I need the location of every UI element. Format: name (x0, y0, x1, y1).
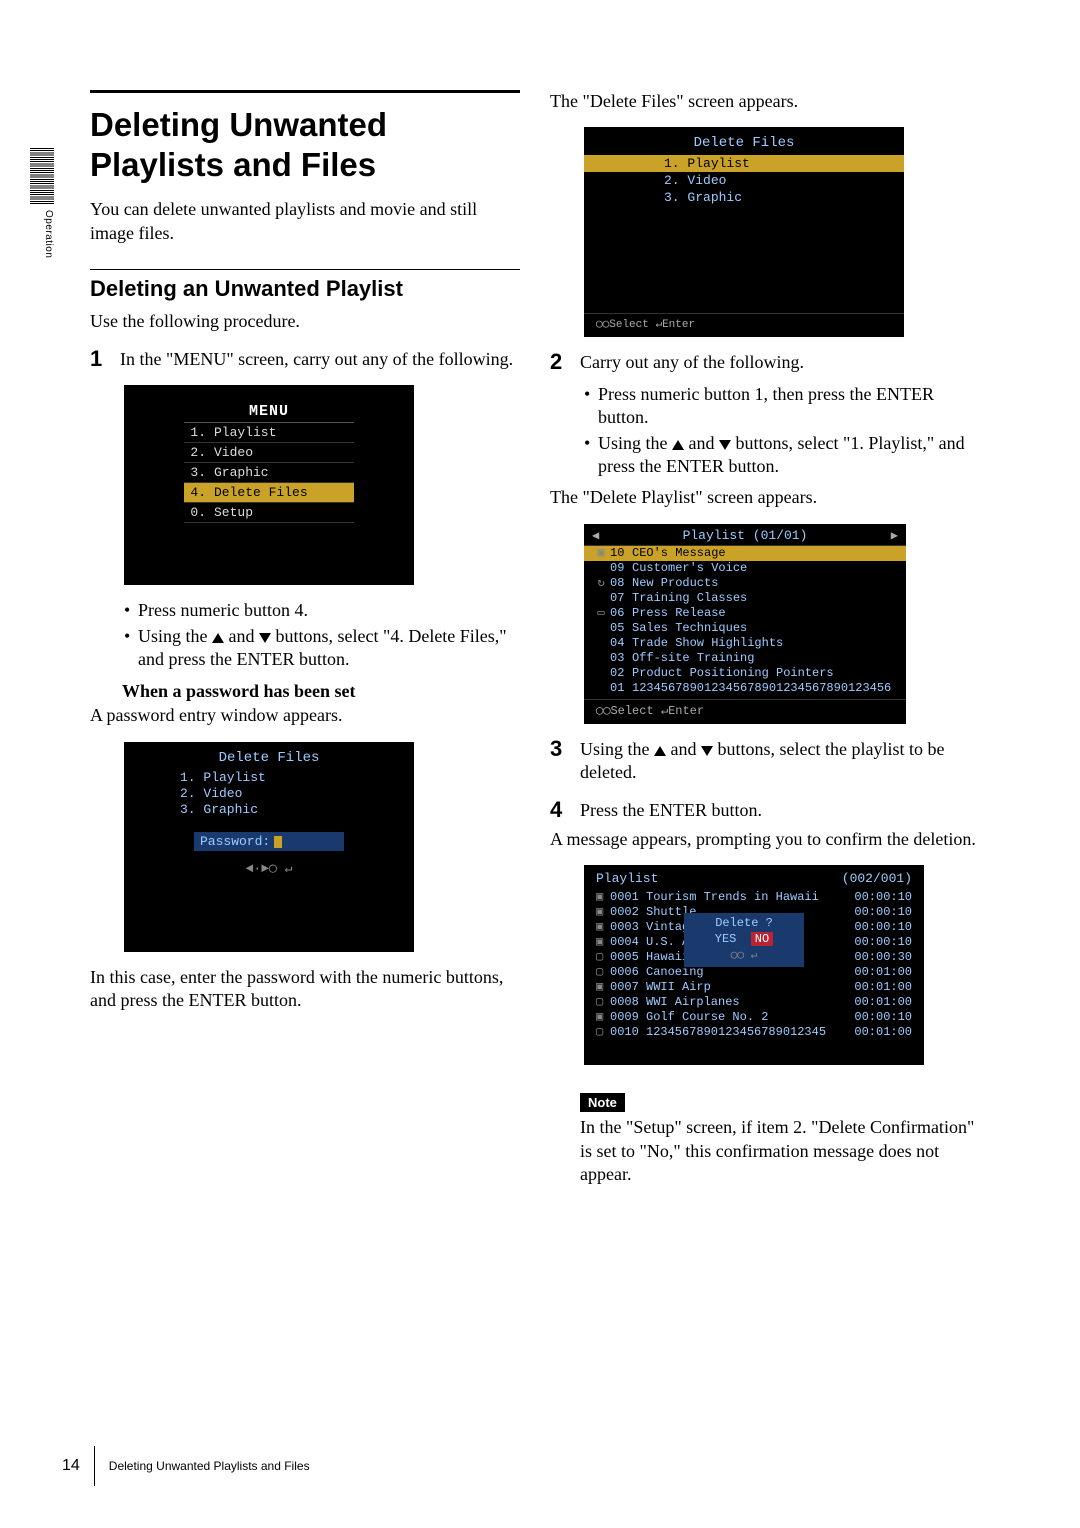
right-intro: The "Delete Files" screen appears. (550, 90, 980, 113)
osd-row: ▣0001Tourism Trends in Hawaii00:00:10 (584, 890, 924, 905)
dialog-nav-icons: ◯◯ ↵ (688, 948, 800, 962)
step1-bullets: Press numeric button 4. Using the and bu… (124, 599, 520, 671)
step-text: Using the and buttons, select the playli… (580, 738, 980, 785)
osd-row: ▣0007WWII Airp00:01:00 (584, 980, 924, 995)
osd-password-field: Password: (194, 832, 344, 851)
osd-item-selected: 1. Playlist (584, 155, 904, 172)
osd-list-item: 1. Playlist (180, 770, 404, 786)
osd-menu-item: 1.Playlist (184, 423, 354, 443)
osd-menu-screen: MENU 1.Playlist 2.Video 3.Graphic 4.Dele… (124, 385, 414, 585)
osd-item: 3. Graphic (584, 189, 904, 206)
osd-row: 01123456789012345678901234567890123456 (584, 681, 906, 696)
up-triangle-icon (654, 746, 666, 756)
down-triangle-icon (701, 746, 713, 756)
osd-confirm-screen: Playlist (002/001) ▣0001Tourism Trends i… (584, 865, 924, 1065)
osd-title-left: Playlist (596, 871, 658, 886)
step2-after: The "Delete Playlist" screen appears. (550, 486, 980, 509)
cursor-icon (274, 836, 282, 848)
osd-confirm-dialog: Delete ? YES NO ◯◯ ↵ (684, 913, 804, 967)
step-number: 1 (90, 348, 110, 371)
footer-divider (94, 1446, 95, 1486)
step-4: 4 Press the ENTER button. (550, 799, 980, 822)
section-title: Deleting an Unwanted Playlist (90, 269, 520, 302)
step-1: 1 In the "MENU" screen, carry out any of… (90, 348, 520, 371)
osd-title: Playlist (01/01) (683, 528, 808, 543)
step2-bullets: Press numeric button 1, then press the E… (584, 383, 980, 479)
bullet-item: Using the and buttons, select "1. Playli… (584, 432, 980, 479)
step-number: 3 (550, 738, 570, 785)
osd-row: ↻08New Products (584, 576, 906, 591)
osd-row: 02Product Positioning Pointers (584, 666, 906, 681)
osd-row: ▢0008WWI Airplanes00:01:00 (584, 995, 924, 1010)
dialog-yes: YES (715, 932, 737, 946)
osd-nav-icons: ◄·►◯ ↵ (134, 861, 404, 876)
step-text: In the "MENU" screen, carry out any of t… (120, 348, 513, 371)
osd-delete-files-screen: Delete Files 1. Playlist 2. Video 3. Gra… (584, 127, 904, 337)
osd-footer: ◯◯Select ↵Enter (584, 699, 906, 718)
osd-title-right: (002/001) (842, 871, 912, 886)
osd-title: Delete Files (584, 135, 904, 151)
bullet-item: Press numeric button 1, then press the E… (584, 383, 980, 430)
right-arrow-icon: ▶ (891, 528, 898, 543)
password-subhead: When a password has been set (122, 681, 520, 702)
osd-list-item: 3. Graphic (180, 802, 404, 818)
note-label: Note (580, 1093, 625, 1112)
section-intro: Use the following procedure. (90, 310, 520, 333)
bullet-item: Using the and buttons, select "4. Delete… (124, 625, 520, 672)
up-triangle-icon (672, 440, 684, 450)
step-2: 2 Carry out any of the following. (550, 351, 980, 374)
osd-row: 09Customer's Voice (584, 561, 906, 576)
osd-row: ▢0006Canoeing00:01:00 (584, 965, 924, 980)
osd-footer: ◯◯Select ↵Enter (584, 313, 904, 331)
osd-row-selected: ▣10CEO's Message (584, 546, 906, 561)
osd-row: ▭06Press Release (584, 606, 906, 621)
osd-menu-item: 0.Setup (184, 503, 354, 523)
page-footer: 14 Deleting Unwanted Playlists and Files (62, 1446, 310, 1486)
osd-password-screen: Delete Files 1. Playlist 2. Video 3. Gra… (124, 742, 414, 952)
osd-password-title: Delete Files (134, 750, 404, 766)
dialog-question: Delete ? (688, 916, 800, 930)
bullet-item: Press numeric button 4. (124, 599, 520, 622)
step-number: 2 (550, 351, 570, 374)
step-text: Press the ENTER button. (580, 799, 762, 822)
osd-delete-playlist-screen: ◀ Playlist (01/01) ▶ ▣10CEO's Message 09… (584, 524, 906, 724)
footer-title: Deleting Unwanted Playlists and Files (109, 1459, 310, 1473)
page-number: 14 (62, 1457, 80, 1475)
osd-menu-item-selected: 4.Delete Files (184, 483, 354, 503)
osd-menu-item: 2.Video (184, 443, 354, 463)
step4-after: A message appears, prompting you to conf… (550, 828, 980, 851)
osd-row: ▣0009Golf Course No. 200:00:10 (584, 1010, 924, 1025)
osd-menu-item: 3.Graphic (184, 463, 354, 483)
osd-row: 05Sales Techniques (584, 621, 906, 636)
down-triangle-icon (719, 440, 731, 450)
step-number: 4 (550, 799, 570, 822)
step-3: 3 Using the and buttons, select the play… (550, 738, 980, 785)
osd-row: ▢0010123456789012345678901234500:01:00 (584, 1025, 924, 1040)
osd-row: 04Trade Show Highlights (584, 636, 906, 651)
left-arrow-icon: ◀ (592, 528, 599, 543)
intro-text: You can delete unwanted playlists and mo… (90, 198, 520, 245)
osd-item: 2. Video (584, 172, 904, 189)
password-after-text: In this case, enter the password with th… (90, 966, 520, 1013)
osd-row: 03Off-site Training (584, 651, 906, 666)
note-text: In the "Setup" screen, if item 2. "Delet… (580, 1116, 980, 1186)
step-text: Carry out any of the following. (580, 351, 804, 374)
password-text: A password entry window appears. (90, 704, 520, 727)
page-title: Deleting Unwanted Playlists and Files (90, 90, 520, 184)
up-triangle-icon (212, 633, 224, 643)
osd-list-item: 2. Video (180, 786, 404, 802)
down-triangle-icon (259, 633, 271, 643)
dialog-no: NO (751, 932, 773, 946)
osd-row: 07Training Classes (584, 591, 906, 606)
osd-menu-title: MENU (124, 403, 414, 420)
